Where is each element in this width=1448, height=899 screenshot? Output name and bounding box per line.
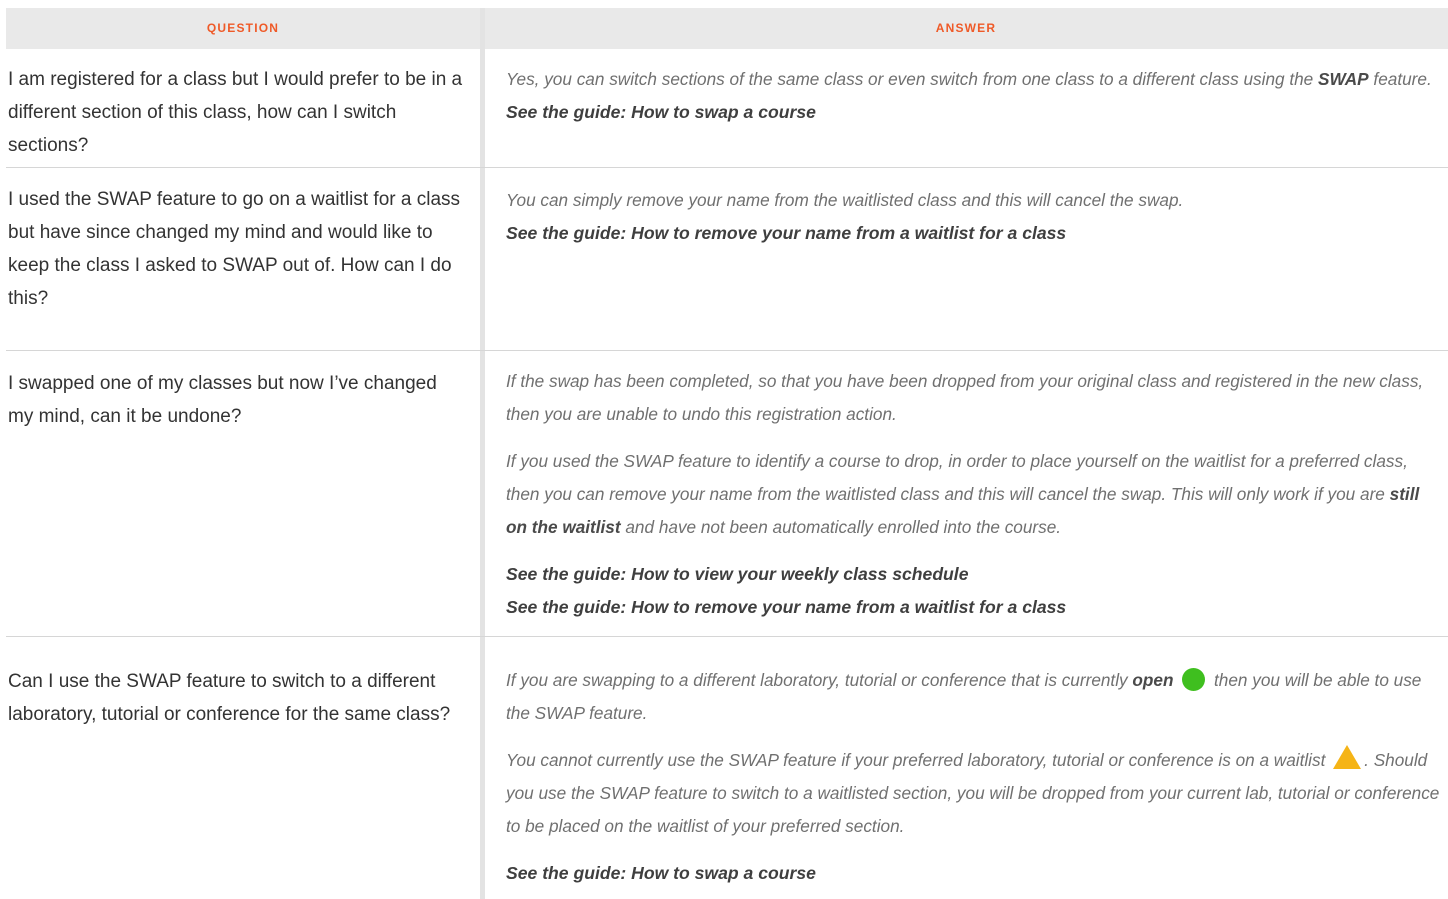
question-cell: Can I use the SWAP feature to switch to … [8,671,451,725]
answer-cell: If the swap has been completed, so that … [506,365,1441,624]
answer-text: You cannot currently use the SWAP featur… [506,750,1331,770]
table-row: I used the SWAP feature to go on a waitl… [6,168,1448,351]
header-question: QUESTION [206,21,280,35]
table-row: I am registered for a class but I would … [6,49,1448,168]
guide-link-weekly-schedule[interactable]: See the guide: How to view your weekly c… [506,564,968,584]
header-answer: ANSWER [935,21,997,35]
answer-paragraph: You cannot currently use the SWAP featur… [506,744,1441,843]
question-cell: I am registered for a class but I would … [8,69,463,156]
answer-cell: Yes, you can switch sections of the same… [506,63,1441,129]
answer-text: If you used the SWAP feature to identify… [506,451,1408,504]
question-cell: I swapped one of my classes but now I’ve… [8,373,437,427]
guide-link-remove-waitlist[interactable]: See the guide: How to remove your name f… [506,597,1066,617]
open-emphasis: open [1132,670,1174,690]
answer-guides: See the guide: How to swap a course [506,857,1441,890]
answer-cell: You can simply remove your name from the… [506,184,1441,250]
green-circle-icon [1182,668,1206,691]
table-header: QUESTION ANSWER [6,8,1448,49]
answer-cell: If you are swapping to a different labor… [506,664,1441,890]
question-cell: I used the SWAP feature to go on a waitl… [8,189,461,309]
answer-paragraph: If you used the SWAP feature to identify… [506,445,1441,544]
table-row: Can I use the SWAP feature to switch to … [6,637,1448,899]
table-row: I swapped one of my classes but now I’ve… [6,351,1448,637]
answer-text: feature. [1368,69,1432,89]
answer-paragraph: Yes, you can switch sections of the same… [506,63,1441,129]
yellow-triangle-icon [1333,745,1362,769]
answer-paragraph: If you are swapping to a different labor… [506,664,1441,730]
guide-link-swap-course[interactable]: See the guide: How to swap a course [506,863,816,883]
guide-link-remove-waitlist[interactable]: See the guide: How to remove your name f… [506,223,1066,243]
answer-text: Yes, you can switch sections of the same… [506,69,1319,89]
answer-text: If you are swapping to a different labor… [506,670,1133,690]
answer-text: You can simply remove your name from the… [506,190,1184,210]
answer-guides: See the guide: How to view your weekly c… [506,558,1441,624]
answer-paragraph: If the swap has been completed, so that … [506,371,1424,424]
swap-emphasis: SWAP [1318,69,1369,89]
faq-table: QUESTION ANSWER I am registered for a cl… [0,0,1448,899]
answer-text: and have not been automatically enrolled… [620,517,1062,537]
guide-link-swap-course[interactable]: See the guide: How to swap a course [506,102,816,122]
answer-paragraph: You can simply remove your name from the… [506,184,1441,250]
